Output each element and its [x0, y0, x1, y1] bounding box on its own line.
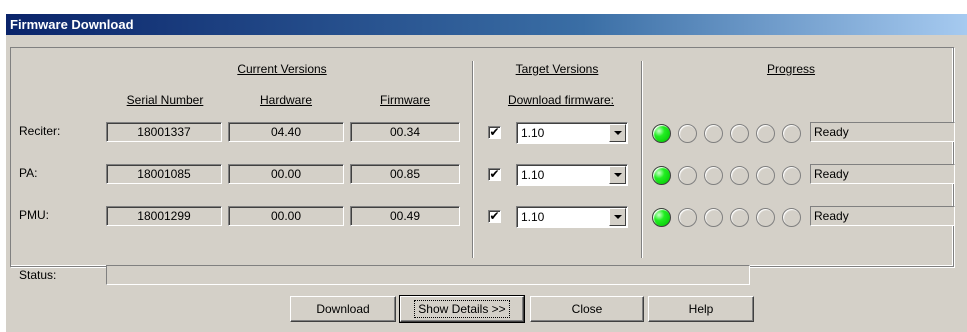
- versions-group: [10, 47, 954, 267]
- serial-number-field: 18001337: [106, 122, 222, 142]
- target-version-value: 1.10: [521, 210, 545, 224]
- firmware-version-field: 00.34: [350, 122, 460, 142]
- serial-number-field: 18001085: [106, 164, 222, 184]
- status-field: [106, 265, 750, 285]
- target-version-value: 1.10: [521, 168, 545, 182]
- progress-status-pa: Ready: [810, 164, 955, 184]
- download-checkbox-pa[interactable]: ✔: [488, 168, 501, 181]
- header-firmware: Firmware: [380, 93, 430, 107]
- download-checkbox-reciter[interactable]: ✔: [488, 126, 501, 139]
- status-led-icon: [782, 124, 801, 143]
- firmware-version-field: 00.85: [350, 164, 460, 184]
- status-led-icon: [782, 208, 801, 227]
- target-version-select-pa[interactable]: 1.10: [516, 164, 628, 186]
- status-led-icon: [756, 166, 775, 185]
- header-target-versions: Target Versions: [515, 62, 599, 76]
- progress-leds-pa: [652, 166, 812, 186]
- hardware-version-field: 00.00: [228, 206, 344, 226]
- status-led-icon: [782, 166, 801, 185]
- progress-leds-reciter: [652, 124, 812, 144]
- header-progress: Progress: [766, 62, 816, 76]
- status-led-icon: [756, 124, 775, 143]
- row-label-pmu: PMU:: [19, 208, 49, 222]
- separator-target-progress: [641, 61, 643, 258]
- download-checkbox-pmu[interactable]: ✔: [488, 210, 501, 223]
- status-led-icon: [678, 166, 697, 185]
- header-serial-number: Serial Number: [126, 93, 204, 107]
- target-version-select-pmu[interactable]: 1.10: [516, 206, 628, 228]
- chevron-down-icon[interactable]: [609, 208, 626, 226]
- status-label: Status:: [19, 268, 57, 282]
- help-button[interactable]: Help: [648, 296, 754, 322]
- target-version-value: 1.10: [521, 126, 545, 140]
- status-led-icon: [730, 208, 749, 227]
- row-label-pa: PA:: [19, 166, 38, 180]
- status-led-icon: [652, 124, 671, 143]
- window-title: Firmware Download: [6, 14, 967, 35]
- download-button[interactable]: Download: [290, 296, 396, 322]
- status-led-icon: [652, 166, 671, 185]
- hardware-version-field: 00.00: [228, 164, 344, 184]
- status-led-icon: [704, 208, 723, 227]
- header-hardware: Hardware: [259, 93, 313, 107]
- firmware-download-window: Firmware Download Current Versions Targe…: [6, 14, 967, 332]
- chevron-down-icon[interactable]: [609, 124, 626, 142]
- serial-number-field: 18001299: [106, 206, 222, 226]
- row-label-reciter: Reciter:: [19, 124, 61, 138]
- progress-status-pmu: Ready: [810, 206, 955, 226]
- show-details-button[interactable]: Show Details >>: [399, 295, 525, 323]
- target-version-select-reciter[interactable]: 1.10: [516, 122, 628, 144]
- status-led-icon: [756, 208, 775, 227]
- status-led-icon: [730, 124, 749, 143]
- status-led-icon: [704, 166, 723, 185]
- header-current-versions: Current Versions: [237, 62, 327, 76]
- status-led-icon: [704, 124, 723, 143]
- status-led-icon: [678, 124, 697, 143]
- progress-status-reciter: Ready: [810, 122, 955, 142]
- status-led-icon: [730, 166, 749, 185]
- close-button[interactable]: Close: [530, 296, 644, 322]
- separator-current-target: [472, 61, 474, 258]
- status-led-icon: [678, 208, 697, 227]
- hardware-version-field: 04.40: [228, 122, 344, 142]
- show-details-label: Show Details >>: [414, 300, 510, 318]
- chevron-down-icon[interactable]: [609, 166, 626, 184]
- firmware-version-field: 00.49: [350, 206, 460, 226]
- status-led-icon: [652, 208, 671, 227]
- header-download-firmware: Download firmware:: [507, 93, 615, 107]
- progress-leds-pmu: [652, 208, 812, 228]
